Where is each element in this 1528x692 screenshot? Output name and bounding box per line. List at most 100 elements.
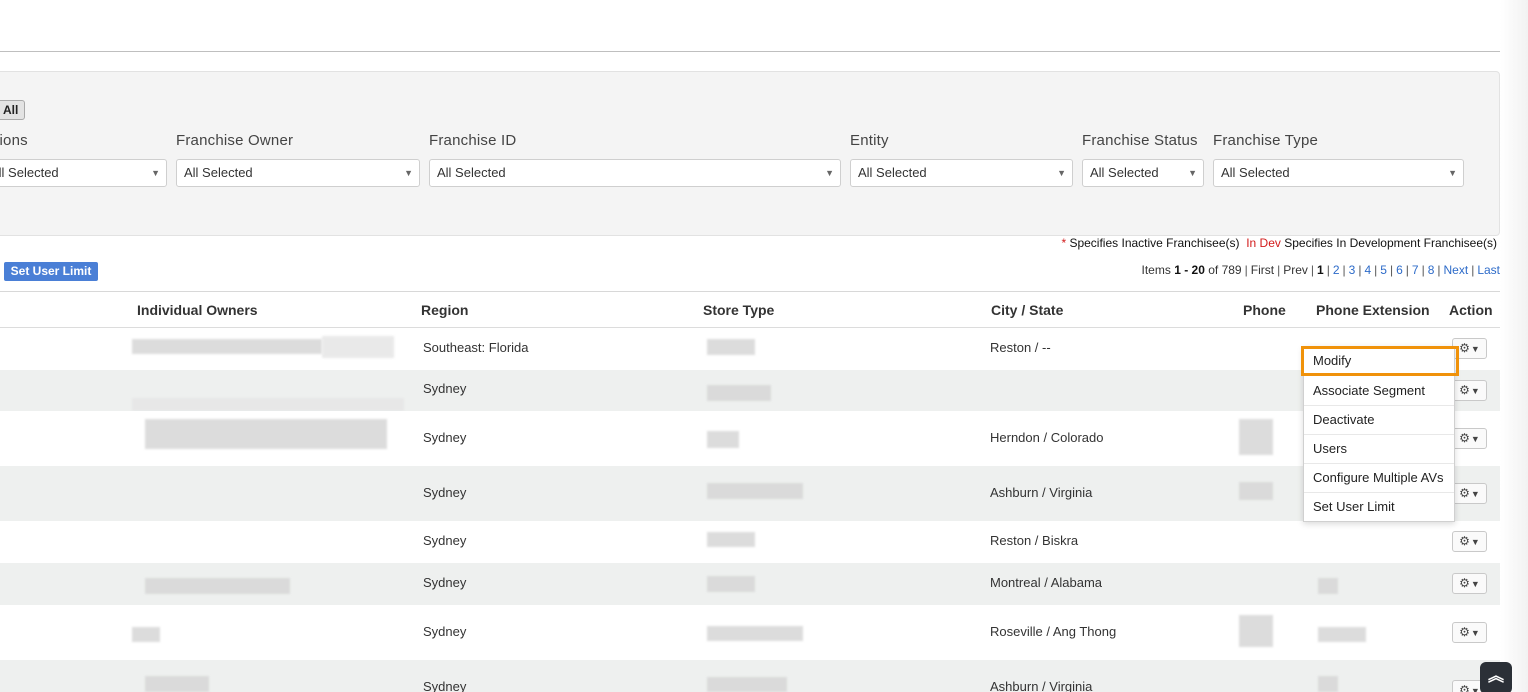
redacted-store-type: [707, 385, 771, 401]
redacted-store-type: [707, 339, 755, 355]
col-phone[interactable]: Phone: [1243, 302, 1286, 318]
cell-city-state: Reston / --: [990, 340, 1051, 355]
inactive-legend-text: Specifies Inactive Franchisee(s): [1069, 236, 1240, 250]
cell-region: Sydney: [423, 485, 467, 500]
table-row[interactable]: Sydney ⚙▼: [0, 370, 1500, 411]
filter-select-entity[interactable]: All Selected ▼: [850, 159, 1073, 187]
row-action-button[interactable]: ⚙▼: [1452, 531, 1487, 552]
filter-select-franchise-status[interactable]: All Selected ▼: [1082, 159, 1204, 187]
cell-region: Southeast: Florida: [423, 340, 529, 355]
chevron-down-icon: ▼: [404, 168, 413, 178]
table-row[interactable]: Sydney Roseville / Ang Thong ⚙▼: [0, 605, 1500, 660]
select-all-button[interactable]: All: [0, 100, 25, 120]
scroll-to-top-button[interactable]: ︽: [1480, 662, 1512, 692]
gear-icon: ⚙: [1459, 576, 1470, 590]
page-link[interactable]: 2: [1333, 263, 1340, 277]
col-individual-owners[interactable]: Individual Owners: [137, 302, 258, 318]
filter-select-franchise-id[interactable]: All Selected ▼: [429, 159, 841, 187]
menu-item-associate-segment[interactable]: Associate Segment: [1304, 376, 1454, 405]
page-link[interactable]: 6: [1396, 263, 1403, 277]
chevron-down-icon: ▼: [1448, 168, 1457, 178]
items-prefix: Items: [1141, 263, 1171, 277]
table-row[interactable]: Southeast: Florida Reston / -- ⚙▼: [0, 328, 1500, 370]
table-row[interactable]: Sydney Herndon / Colorado ⚙▼: [0, 411, 1500, 466]
redacted-owner: [322, 336, 394, 358]
menu-item-configure-multiple-avs[interactable]: Configure Multiple AVs: [1304, 463, 1454, 492]
filter-value-franchise-id: All Selected: [437, 165, 506, 180]
page-link[interactable]: 4: [1364, 263, 1371, 277]
chevron-down-icon: ▼: [1470, 489, 1480, 499]
redacted-store-type: [707, 532, 755, 547]
chevron-down-icon: ▼: [1470, 434, 1480, 444]
page-prev[interactable]: Prev: [1283, 263, 1308, 277]
page-next[interactable]: Next: [1444, 263, 1469, 277]
menu-item-set-user-limit[interactable]: Set User Limit: [1304, 492, 1454, 521]
redacted-owner: [145, 419, 387, 449]
cell-city-state: Reston / Biskra: [990, 533, 1079, 548]
cell-region: Sydney: [423, 533, 467, 548]
table-row[interactable]: Sydney Ashburn / Virginia ⚙▼: [0, 466, 1500, 521]
menu-item-modify[interactable]: Modify: [1301, 346, 1459, 376]
gear-icon: ⚙: [1459, 534, 1470, 548]
col-region[interactable]: Region: [421, 302, 468, 318]
redacted-owner: [145, 578, 290, 594]
col-phone-extension[interactable]: Phone Extension: [1316, 302, 1430, 318]
indev-marker: In Dev: [1246, 236, 1281, 250]
redacted-owner: [132, 627, 160, 642]
menu-item-users[interactable]: Users: [1304, 434, 1454, 463]
inactive-marker: *: [1061, 236, 1067, 250]
items-range: 1 - 20: [1174, 263, 1205, 277]
redacted-owner: [132, 398, 404, 411]
gear-icon: ⚙: [1459, 383, 1470, 397]
filter-value-entity: All Selected: [858, 165, 927, 180]
col-store-type[interactable]: Store Type: [703, 302, 774, 318]
redacted-owner: [132, 339, 322, 354]
filter-select-franchise-type[interactable]: All Selected ▼: [1213, 159, 1464, 187]
page-link[interactable]: 8: [1428, 263, 1435, 277]
cell-region: Sydney: [423, 679, 467, 692]
row-action-button[interactable]: ⚙▼: [1452, 428, 1487, 449]
top-header-bar: [0, 0, 1500, 52]
row-action-button[interactable]: ⚙▼: [1452, 483, 1487, 504]
chevron-down-icon: ▼: [1188, 168, 1197, 178]
filter-select-franchise-owner[interactable]: All Selected ▼: [176, 159, 420, 187]
page-link[interactable]: 5: [1380, 263, 1387, 277]
table-header: Individual Owners Region Store Type City…: [0, 291, 1500, 328]
row-action-menu: Modify Associate Segment Deactivate User…: [1301, 346, 1459, 522]
chevron-down-icon: ▼: [825, 168, 834, 178]
items-total: of 789: [1208, 263, 1242, 277]
gear-icon: ⚙: [1459, 341, 1470, 355]
page-link[interactable]: 3: [1349, 263, 1356, 277]
redacted-store-type: [707, 677, 787, 692]
redacted-phone: [1239, 482, 1273, 500]
redacted-store-type: [707, 576, 755, 592]
filter-value-franchise-owner: All Selected: [184, 165, 253, 180]
page-link[interactable]: 7: [1412, 263, 1419, 277]
page-first[interactable]: First: [1251, 263, 1274, 277]
filter-value-franchise-status: All Selected: [1090, 165, 1159, 180]
redacted-phone: [1239, 615, 1273, 647]
page-edge: [1500, 0, 1528, 692]
filter-panel: [0, 71, 1500, 236]
redacted-store-type: [707, 431, 739, 448]
filter-label-franchise-type: Franchise Type: [1213, 132, 1319, 149]
gear-icon: ⚙: [1459, 431, 1470, 445]
cell-city-state: Herndon / Colorado: [990, 430, 1104, 445]
filter-value-divisions: All Selected: [0, 165, 59, 180]
redacted-owner: [145, 676, 209, 692]
row-action-button[interactable]: ⚙▼: [1452, 380, 1487, 401]
menu-item-deactivate[interactable]: Deactivate: [1304, 405, 1454, 434]
chevron-down-icon: ▼: [1470, 686, 1480, 692]
chevron-down-icon: ▼: [151, 168, 160, 178]
col-city-state[interactable]: City / State: [991, 302, 1063, 318]
set-user-limit-button[interactable]: Set User Limit: [4, 262, 98, 281]
page-last[interactable]: Last: [1477, 263, 1500, 277]
chevron-down-icon: ▼: [1470, 386, 1480, 396]
table-row[interactable]: Sydney Reston / Biskra ⚙▼: [0, 521, 1500, 563]
row-action-button[interactable]: ⚙▼: [1452, 622, 1487, 643]
chevron-down-icon: ▼: [1470, 579, 1480, 589]
table-row[interactable]: Sydney Montreal / Alabama ⚙▼: [0, 563, 1500, 605]
filter-select-divisions[interactable]: All Selected ▼: [0, 159, 167, 187]
table-row[interactable]: Sydney Ashburn / Virginia ⚙▼: [0, 660, 1500, 692]
row-action-button[interactable]: ⚙▼: [1452, 573, 1487, 594]
